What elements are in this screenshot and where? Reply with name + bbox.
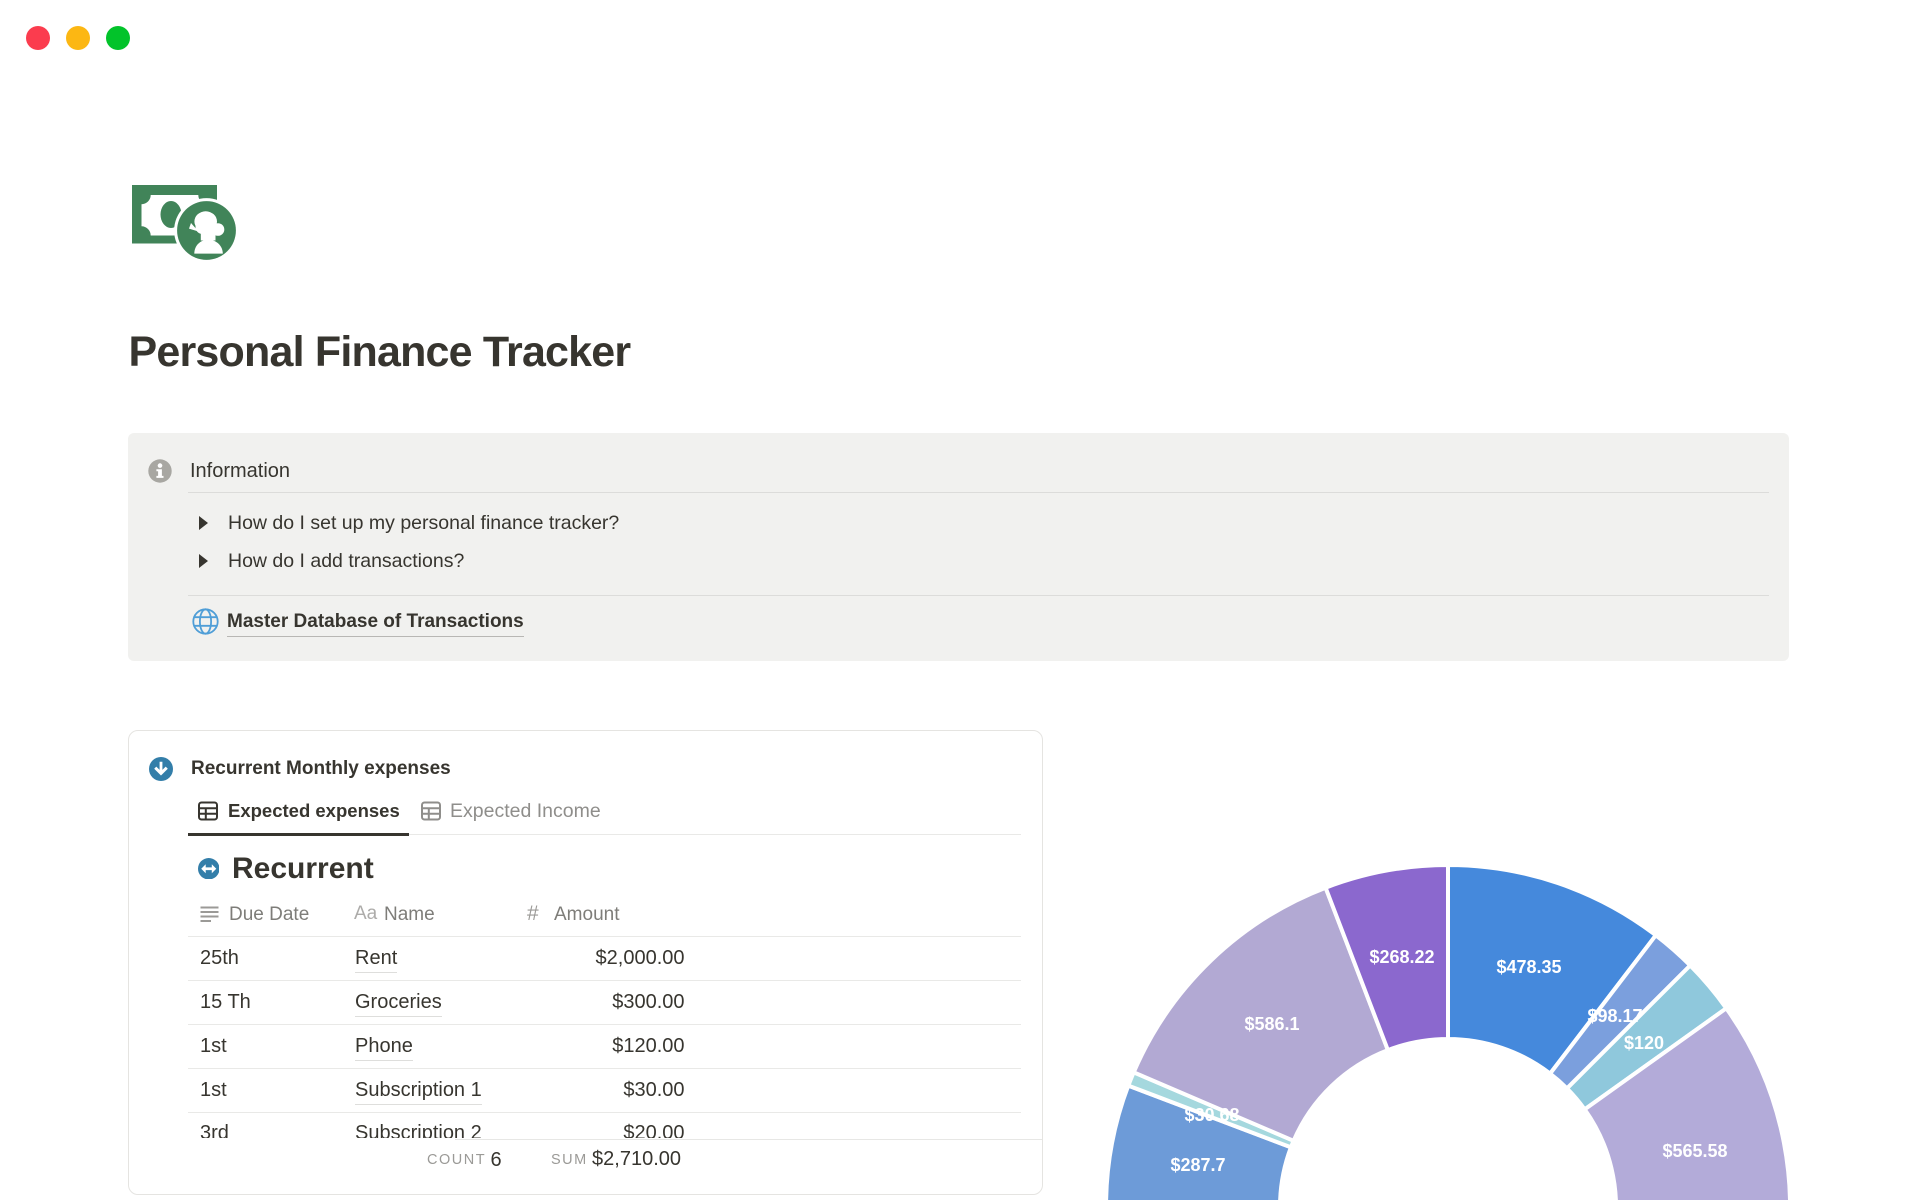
svg-text:$268.22: $268.22 <box>1369 947 1434 967</box>
svg-text:$120: $120 <box>1624 1033 1664 1053</box>
svg-text:$565.58: $565.58 <box>1662 1141 1727 1161</box>
svg-text:$287.7: $287.7 <box>1170 1155 1225 1175</box>
svg-text:$98.17: $98.17 <box>1587 1006 1642 1026</box>
svg-text:$478.35: $478.35 <box>1496 957 1561 977</box>
svg-text:$30.68: $30.68 <box>1184 1105 1239 1125</box>
svg-text:$586.1: $586.1 <box>1244 1014 1299 1034</box>
